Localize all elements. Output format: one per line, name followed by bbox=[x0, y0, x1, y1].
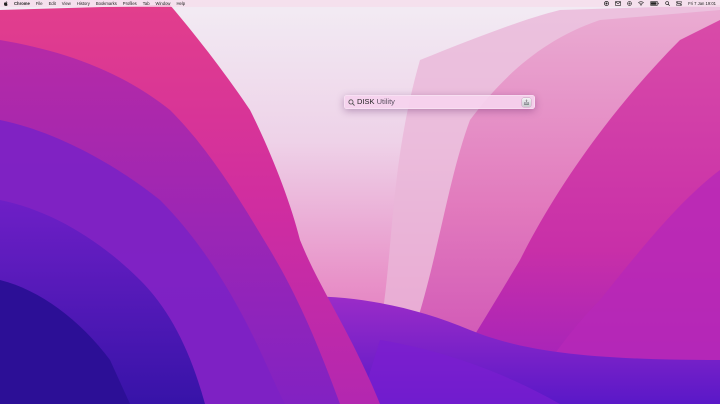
battery-icon[interactable] bbox=[650, 1, 659, 6]
search-icon bbox=[347, 98, 355, 106]
apple-menu-icon[interactable] bbox=[3, 1, 8, 6]
mail-icon[interactable] bbox=[615, 1, 622, 6]
control-center-icon[interactable] bbox=[676, 1, 683, 6]
menu-help[interactable]: Help bbox=[176, 0, 185, 7]
spotlight-query[interactable]: DISK Utility bbox=[357, 95, 395, 109]
menu-file[interactable]: File bbox=[36, 0, 43, 7]
menu-edit[interactable]: Edit bbox=[49, 0, 56, 7]
menu-clock[interactable]: Fri 7 Jan 19:01 bbox=[688, 0, 716, 7]
menu-tab[interactable]: Tab bbox=[143, 0, 150, 7]
spotlight-typed-text: DISK bbox=[357, 97, 375, 106]
spotlight-search-bar[interactable]: DISK Utility bbox=[344, 95, 535, 109]
record-icon[interactable] bbox=[604, 1, 610, 6]
menu-bookmarks[interactable]: Bookmarks bbox=[96, 0, 117, 7]
menu-history[interactable]: History bbox=[77, 0, 90, 7]
spotlight-icon[interactable] bbox=[627, 1, 632, 6]
search-icon[interactable] bbox=[665, 1, 670, 6]
menu-bar: Chrome File Edit View History Bookmarks … bbox=[0, 0, 720, 7]
menu-window[interactable]: Window bbox=[156, 0, 171, 7]
spotlight-completion-text: Utility bbox=[374, 97, 395, 106]
wifi-icon[interactable] bbox=[638, 1, 644, 6]
wallpaper bbox=[0, 0, 720, 404]
disk-utility-icon[interactable] bbox=[522, 98, 531, 107]
menu-view[interactable]: View bbox=[62, 0, 71, 7]
desktop: Chrome File Edit View History Bookmarks … bbox=[0, 0, 720, 404]
menu-profiles[interactable]: Profiles bbox=[123, 0, 137, 7]
menu-app-name[interactable]: Chrome bbox=[14, 0, 30, 7]
